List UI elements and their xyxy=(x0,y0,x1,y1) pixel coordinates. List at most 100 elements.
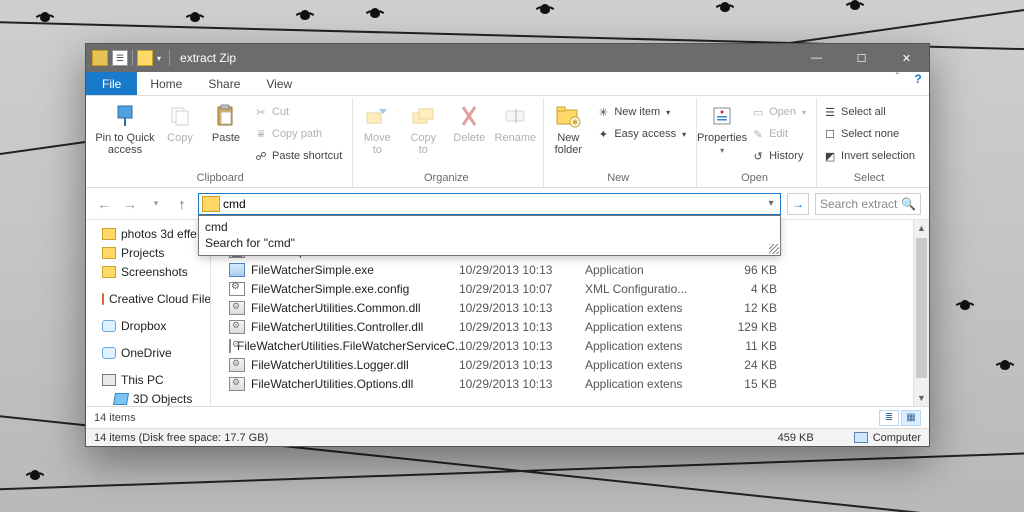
path-icon: ⩸ xyxy=(254,127,268,141)
select-all-icon: ☰ xyxy=(823,105,837,119)
pin-to-quick-access-button[interactable]: Pin to Quick access xyxy=(94,100,156,156)
file-size: 4 KB xyxy=(719,282,777,296)
move-to-button[interactable]: Move to xyxy=(355,100,399,156)
tree-item[interactable]: Screenshots xyxy=(86,262,210,281)
suggestion-item[interactable]: cmd xyxy=(205,219,774,235)
edit-button[interactable]: ✎Edit xyxy=(747,124,810,144)
paste-button[interactable]: Paste xyxy=(204,100,248,144)
file-size: 129 KB xyxy=(719,320,777,334)
status-bar: 14 items ≣ ▦ xyxy=(86,406,929,428)
address-input[interactable] xyxy=(223,195,762,213)
file-tab[interactable]: File xyxy=(86,72,137,95)
address-bar[interactable]: ▾ cmd Search for "cmd" xyxy=(198,193,781,215)
forward-button[interactable]: → xyxy=(120,192,140,216)
address-dropdown-icon[interactable]: ▾ xyxy=(762,198,780,209)
copy-icon xyxy=(166,102,194,130)
open-button[interactable]: ▭Open▾ xyxy=(747,102,810,122)
new-folder-button[interactable]: ✱ New folder xyxy=(546,100,590,156)
copy-to-button[interactable]: Copy to xyxy=(401,100,445,156)
selection-size: 459 KB xyxy=(778,432,814,444)
file-date: 10/29/2013 10:13 xyxy=(459,339,585,353)
file-type: Application xyxy=(585,263,719,277)
home-tab[interactable]: Home xyxy=(137,72,195,95)
scroll-thumb[interactable] xyxy=(916,238,927,378)
details-view-button[interactable]: ≣ xyxy=(879,410,899,426)
file-name: FileWatcherUtilities.Controller.dll xyxy=(251,320,423,334)
tree-item[interactable]: photos 3d effe xyxy=(86,224,210,243)
file-row[interactable]: FileWatcherUtilities.Logger.dll10/29/201… xyxy=(229,355,913,374)
group-label: Select xyxy=(819,172,919,187)
title-bar[interactable]: ☰ ▾ extract Zip ― ☐ ✕ xyxy=(86,44,929,72)
file-type: Application extens xyxy=(585,301,719,315)
file-row[interactable]: FileWatcherUtilities.Controller.dll10/29… xyxy=(229,317,913,336)
tree-item[interactable]: 3D Objects xyxy=(86,389,210,406)
location-label: Computer xyxy=(873,432,921,444)
tree-item[interactable]: Dropbox xyxy=(86,316,210,335)
close-button[interactable]: ✕ xyxy=(884,44,929,72)
file-row[interactable]: FileWatcherSimple.exe10/29/2013 10:13App… xyxy=(229,260,913,279)
share-tab[interactable]: Share xyxy=(195,72,253,95)
delete-button[interactable]: Delete xyxy=(447,100,491,144)
tree-item[interactable]: This PC xyxy=(86,370,210,389)
rename-icon xyxy=(501,102,529,130)
tree-item[interactable]: Projects xyxy=(86,243,210,262)
qat-dropdown-icon[interactable]: ▾ xyxy=(157,54,161,63)
new-item-icon: ✳ xyxy=(596,105,610,119)
up-button[interactable]: ↑ xyxy=(172,192,192,216)
maximize-button[interactable]: ☐ xyxy=(839,44,884,72)
item-count: 14 items xyxy=(94,412,136,424)
search-box[interactable]: Search extract 🔍 xyxy=(815,193,921,215)
navigation-pane[interactable]: photos 3d effe Projects Screenshots Crea… xyxy=(86,220,211,406)
copy-button[interactable]: Copy xyxy=(158,100,202,144)
vertical-scrollbar[interactable]: ▲ ▼ xyxy=(913,220,929,406)
file-row[interactable]: FileWatcherUtilities.FileWatcherServiceC… xyxy=(229,336,913,355)
tree-item[interactable]: OneDrive xyxy=(86,343,210,362)
file-name: FileWatcherUtilities.Common.dll xyxy=(251,301,421,315)
delete-icon xyxy=(455,102,483,130)
qat-properties-icon[interactable]: ☰ xyxy=(112,50,128,66)
cut-button[interactable]: ✂Cut xyxy=(250,102,346,122)
copy-path-button[interactable]: ⩸Copy path xyxy=(250,124,346,144)
go-button[interactable]: → xyxy=(787,193,809,215)
history-button[interactable]: ↺History xyxy=(747,146,810,166)
view-tab[interactable]: View xyxy=(253,72,305,95)
file-size: 24 KB xyxy=(719,358,777,372)
easy-access-button[interactable]: ✦Easy access▾ xyxy=(592,124,690,144)
large-icons-view-button[interactable]: ▦ xyxy=(901,410,921,426)
select-none-button[interactable]: ☐Select none xyxy=(819,124,919,144)
resize-handle-icon[interactable] xyxy=(769,244,779,254)
ribbon: Pin to Quick access Copy Paste ✂Cut ⩸Cop… xyxy=(86,96,929,188)
file-row[interactable]: FileWatcherSimple.exe.config10/29/2013 1… xyxy=(229,279,913,298)
back-button[interactable]: ← xyxy=(94,192,114,216)
properties-button[interactable]: Properties ▾ xyxy=(699,100,745,155)
group-label: Clipboard xyxy=(94,172,346,187)
secondary-status-bar: 14 items (Disk free space: 17.7 GB) 459 … xyxy=(86,428,929,446)
select-none-icon: ☐ xyxy=(823,127,837,141)
minimize-button[interactable]: ― xyxy=(794,44,839,72)
file-type: Application extens xyxy=(585,358,719,372)
address-suggestion-popup: cmd Search for "cmd" xyxy=(198,215,781,256)
file-type-icon xyxy=(229,339,231,353)
tree-item[interactable]: Creative Cloud Files xyxy=(86,289,210,308)
file-date: 10/29/2013 10:13 xyxy=(459,358,585,372)
file-size: 11 KB xyxy=(719,339,777,353)
suggestion-item[interactable]: Search for "cmd" xyxy=(205,235,774,251)
folder-icon xyxy=(102,266,116,278)
recent-locations-button[interactable]: ▾ xyxy=(146,192,166,216)
folder-icon xyxy=(92,50,108,66)
select-all-button[interactable]: ☰Select all xyxy=(819,102,919,122)
scroll-up-icon[interactable]: ▲ xyxy=(914,220,929,236)
paste-shortcut-button[interactable]: ☍Paste shortcut xyxy=(250,146,346,166)
scroll-down-icon[interactable]: ▼ xyxy=(914,390,929,406)
collapse-ribbon-icon[interactable]: ˆ xyxy=(888,72,907,95)
file-row[interactable]: FileWatcherUtilities.Options.dll10/29/20… xyxy=(229,374,913,393)
invert-selection-button[interactable]: ◩Invert selection xyxy=(819,146,919,166)
file-name: FileWatcherUtilities.FileWatcherServiceC… xyxy=(237,339,465,353)
rename-button[interactable]: Rename xyxy=(493,100,537,144)
3d-objects-icon xyxy=(113,393,129,405)
new-item-button[interactable]: ✳New item▾ xyxy=(592,102,690,122)
file-name: FileWatcherSimple.exe.config xyxy=(251,282,409,296)
help-button[interactable]: ? xyxy=(907,72,929,95)
properties-icon xyxy=(708,102,736,130)
file-row[interactable]: FileWatcherUtilities.Common.dll10/29/201… xyxy=(229,298,913,317)
